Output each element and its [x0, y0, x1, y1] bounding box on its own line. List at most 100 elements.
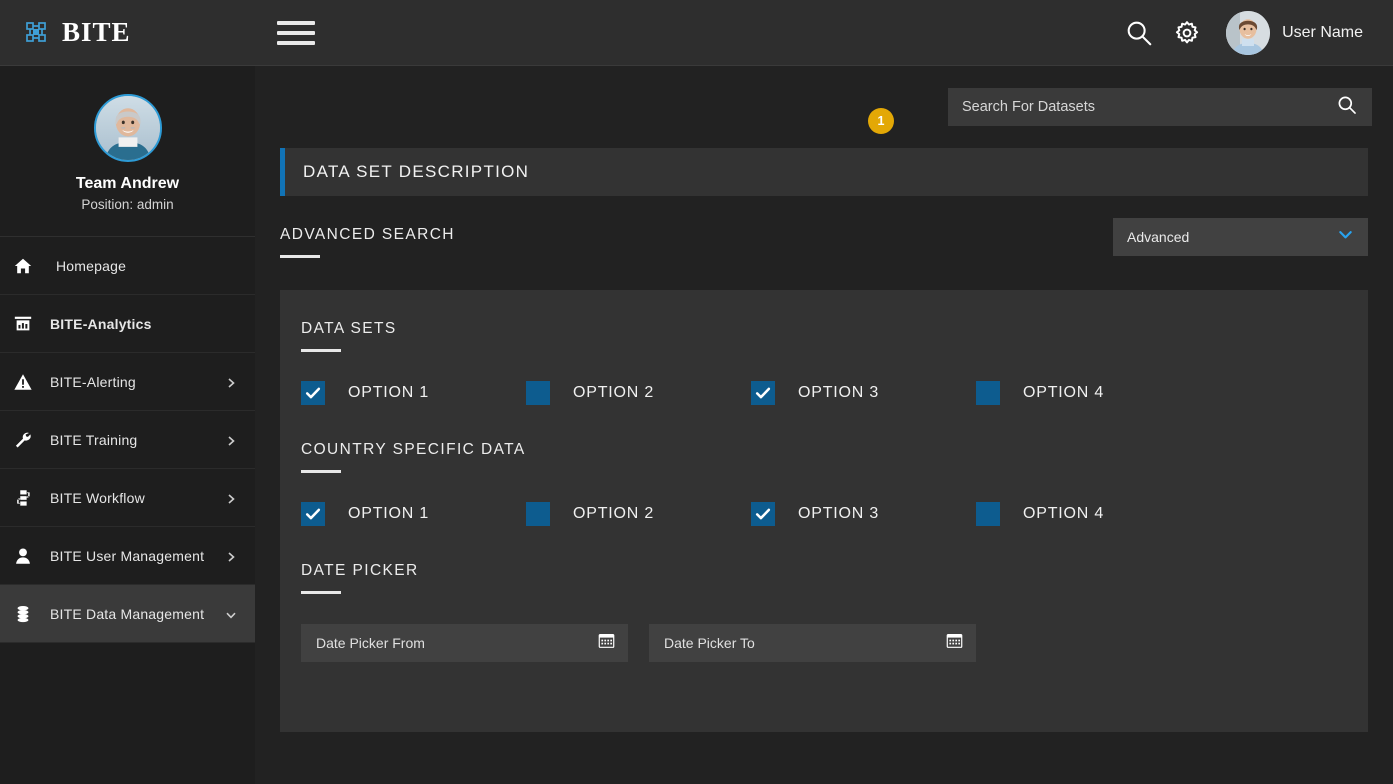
chevron-right-icon [225, 376, 237, 388]
option-label: OPTION 2 [573, 384, 655, 401]
chevron-right-icon [225, 492, 237, 504]
search-datasets-box[interactable] [948, 88, 1372, 126]
checkbox-checked-icon[interactable] [751, 381, 775, 405]
profile-avatar[interactable] [93, 94, 162, 162]
chevron-right-icon [225, 434, 237, 446]
option-label: OPTION 4 [1023, 505, 1105, 522]
sidebar-item-bite-analytics[interactable]: BITE-Analytics [0, 295, 255, 353]
checkbox-checked-icon[interactable] [301, 381, 325, 405]
date-picker-from-value: Date Picker From [316, 635, 425, 651]
group-date-picker: DATE PICKER Date Picker From Date Picker… [301, 554, 1346, 662]
sidebar-item-bite-data-management[interactable]: BITE Data Management [0, 585, 255, 643]
option-row: OPTION 1 OPTION 2 OPTION 3 OPTION 4 [301, 381, 1346, 405]
date-picker-to[interactable]: Date Picker To [649, 624, 976, 662]
search-input[interactable] [962, 99, 1336, 115]
sidebar-item-label: BITE User Management [50, 547, 205, 564]
checkbox-checked-icon[interactable] [751, 502, 775, 526]
search-row: 1 [255, 66, 1393, 148]
group-country-specific-data: COUNTRY SPECIFIC DATA OPTION 1 OPTION 2 … [301, 433, 1346, 526]
sidebar-item-label: BITE Data Management [50, 605, 205, 622]
sidebar-item-label: Homepage [56, 257, 127, 274]
checkbox-option-4[interactable]: OPTION 4 [976, 381, 1201, 405]
sidebar-item-bite-workflow[interactable]: BITE Workflow [0, 469, 255, 527]
option-label: OPTION 1 [348, 505, 430, 522]
sidebar: BITE Team Andrew Position: admin Homepag… [0, 0, 255, 784]
checkbox-option-2[interactable]: OPTION 2 [526, 502, 751, 526]
group-title: DATE PICKER [301, 562, 419, 579]
brand-name: BITE [62, 17, 131, 47]
option-row: OPTION 1 OPTION 2 OPTION 3 OPTION 4 [301, 502, 1346, 526]
date-picker-from[interactable]: Date Picker From [301, 624, 628, 662]
checkbox-option-3[interactable]: OPTION 3 [751, 381, 976, 405]
topbar: User Name [255, 0, 1393, 66]
app-root: BITE Team Andrew Position: admin Homepag… [0, 0, 1393, 784]
sidebar-item-homepage[interactable]: Homepage [0, 237, 255, 295]
search-icon[interactable] [1336, 94, 1358, 121]
advanced-select[interactable]: Advanced [1113, 218, 1368, 256]
checkbox-option-3[interactable]: OPTION 3 [751, 502, 976, 526]
heading-underline [301, 470, 341, 473]
sidebar-item-label: BITE Workflow [50, 489, 145, 506]
chevron-right-icon [225, 550, 237, 562]
database-icon [12, 603, 34, 625]
checkbox-unchecked-icon[interactable] [976, 502, 1000, 526]
user-icon [12, 545, 34, 567]
alert-triangle-icon [12, 371, 34, 393]
heading-underline [280, 255, 320, 258]
page-title-text: DATA SET DESCRIPTION [303, 162, 530, 181]
checkbox-option-1[interactable]: OPTION 1 [301, 502, 526, 526]
avatar [1226, 10, 1271, 55]
profile-name: Team Andrew [75, 175, 180, 192]
heading-underline [301, 591, 341, 594]
group-heading: DATA SETS [301, 312, 1346, 352]
profile-position: Position: admin [81, 197, 174, 212]
group-heading: DATE PICKER [301, 554, 1346, 594]
group-title: COUNTRY SPECIFIC DATA [301, 441, 526, 458]
search-icon[interactable] [1122, 16, 1156, 50]
filters-panel: DATA SETS OPTION 1 OPTION 2 OPTION 3 OPT… [280, 290, 1368, 732]
main-area: User Name 1 DATA SET DESCRIPTION ADVANCE… [255, 0, 1393, 784]
chevron-down-icon [225, 608, 237, 620]
date-picker-to-value: Date Picker To [664, 635, 755, 651]
workflow-icon [12, 487, 34, 509]
advanced-search-heading: ADVANCED SEARCH [280, 218, 455, 258]
option-label: OPTION 3 [798, 505, 880, 522]
advanced-search-row: ADVANCED SEARCH Advanced [280, 218, 1368, 280]
advanced-select-value: Advanced [1127, 229, 1190, 245]
calendar-icon[interactable] [946, 632, 963, 654]
checkbox-option-2[interactable]: OPTION 2 [526, 381, 751, 405]
option-label: OPTION 2 [573, 505, 655, 522]
checkbox-unchecked-icon[interactable] [526, 381, 550, 405]
sidebar-item-bite-training[interactable]: BITE Training [0, 411, 255, 469]
checkbox-unchecked-icon[interactable] [526, 502, 550, 526]
group-heading: COUNTRY SPECIFIC DATA [301, 433, 1346, 473]
advanced-search-label: ADVANCED SEARCH [280, 226, 455, 243]
sidebar-item-label: BITE Training [50, 431, 138, 448]
hamburger-menu-icon[interactable] [277, 18, 315, 48]
page-title: DATA SET DESCRIPTION [280, 148, 1368, 196]
heading-underline [301, 349, 341, 352]
sidebar-item-bite-user-management[interactable]: BITE User Management [0, 527, 255, 585]
sidebar-item-label: BITE-Alerting [50, 373, 136, 390]
checkbox-option-4[interactable]: OPTION 4 [976, 502, 1201, 526]
chevron-down-icon [1337, 226, 1354, 248]
gear-icon[interactable] [1170, 16, 1204, 50]
option-label: OPTION 3 [798, 384, 880, 401]
checkbox-unchecked-icon[interactable] [976, 381, 1000, 405]
checkbox-checked-icon[interactable] [301, 502, 325, 526]
user-menu[interactable]: User Name [1226, 10, 1363, 55]
checkbox-option-1[interactable]: OPTION 1 [301, 381, 526, 405]
notification-badge[interactable]: 1 [868, 108, 894, 134]
date-row: Date Picker From Date Picker To [301, 624, 1346, 662]
brand-logo[interactable]: BITE [0, 0, 255, 66]
user-name-label: User Name [1282, 23, 1363, 41]
calendar-icon[interactable] [598, 632, 615, 654]
analytics-chart-icon [12, 313, 34, 335]
group-title: DATA SETS [301, 320, 397, 337]
bite-node-logo-icon [24, 20, 50, 46]
sidebar-profile: Team Andrew Position: admin [0, 66, 255, 237]
sidebar-nav: Homepage BITE-Analytics BITE-Alerting BI… [0, 237, 255, 643]
group-data-sets: DATA SETS OPTION 1 OPTION 2 OPTION 3 OPT… [301, 312, 1346, 405]
home-icon [12, 255, 34, 277]
sidebar-item-bite-alerting[interactable]: BITE-Alerting [0, 353, 255, 411]
